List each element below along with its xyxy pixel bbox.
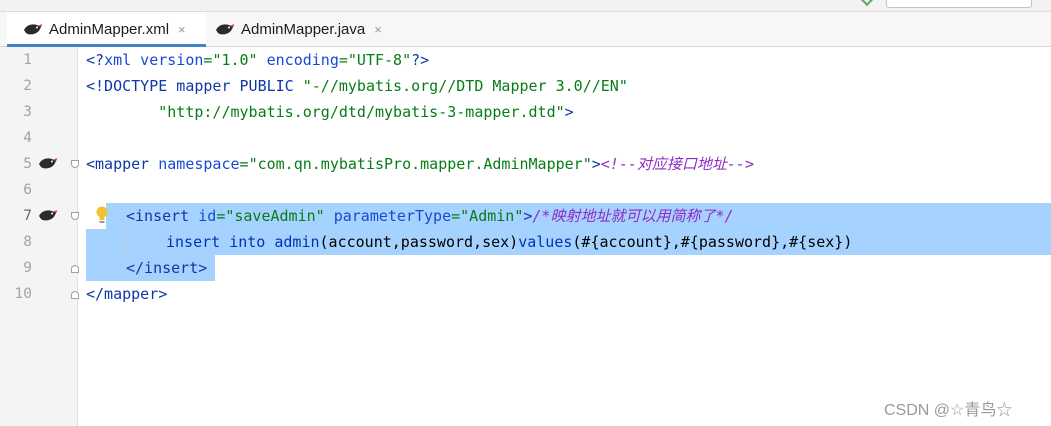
code-line[interactable]: 8 insert into admin(account,password,sex… [0, 229, 1051, 255]
line-number: 8 [23, 234, 32, 250]
xml-comment: <!--对应接口地址--> [600, 155, 754, 173]
tab-adminmapper-java[interactable]: AdminMapper.java × [199, 12, 409, 46]
line-number: 3 [23, 104, 32, 120]
namespace-value: "com.qn.mybatisPro.mapper.AdminMapper" [248, 155, 592, 173]
xml-decl-open: <? [86, 51, 105, 69]
sql-keyword: into [220, 233, 275, 251]
code-text: <insert id="saveAdmin" parameterType="Ad… [126, 203, 734, 229]
indent-guide [125, 229, 126, 255]
line-number: 9 [23, 260, 32, 276]
id-value: "saveAdmin" [225, 207, 325, 225]
xml-attr: xml version [104, 51, 204, 69]
doctype-system-id: "http://mybatis.org/dtd/mybatis-3-mapper… [158, 103, 565, 121]
line-number: 1 [23, 52, 32, 68]
line-number: 2 [23, 78, 32, 94]
vcs-arrow-icon[interactable] [859, 0, 875, 7]
insert-open-tag: <insert [126, 207, 190, 225]
editor-tab-bar: AdminMapper.xml × AdminMapper.java × [0, 12, 1051, 47]
mybatis-bird-icon[interactable] [38, 207, 58, 223]
code-text: </mapper> [86, 281, 167, 307]
xml-attr: namespace [149, 155, 240, 173]
toolbar-widget[interactable] [886, 0, 1032, 8]
xml-attr: encoding [257, 51, 339, 69]
line-number: 5 [23, 156, 32, 172]
window-top-strip [0, 0, 1051, 12]
xml-eq: = [451, 207, 461, 225]
fold-marker-icon[interactable] [71, 265, 79, 273]
code-line[interactable]: 3 "http://mybatis.org/dtd/mybatis-3-mapp… [0, 99, 1051, 125]
code-line[interactable]: 9 </insert> [0, 255, 1051, 281]
fold-marker-icon[interactable] [71, 291, 79, 299]
sql-table: admin [274, 233, 320, 251]
code-text: <mapper namespace="com.qn.mybatisPro.map… [86, 151, 754, 177]
tab-adminmapper-xml[interactable]: AdminMapper.xml × [7, 12, 206, 47]
xml-value: "UTF-8" [347, 51, 412, 69]
code-line[interactable]: 6 [0, 177, 1051, 203]
code-text: <!DOCTYPE mapper PUBLIC "-//mybatis.org/… [86, 73, 628, 99]
line-number: 6 [23, 182, 32, 198]
xml-eq: = [239, 155, 249, 173]
fold-marker-icon[interactable] [71, 160, 79, 168]
mybatis-bird-icon [216, 24, 234, 35]
line-number: 7 [23, 208, 32, 224]
doctype-close: > [564, 103, 574, 121]
parameter-type-value: "Admin" [460, 207, 524, 225]
lightbulb-icon[interactable] [95, 205, 109, 225]
sql-comment: /*映射地址就可以用简称了*/ [532, 207, 734, 225]
sql-values: (#{account},#{password},#{sex}) [572, 233, 853, 251]
xml-eq: = [216, 207, 226, 225]
mybatis-bird-icon[interactable] [38, 155, 58, 171]
tag-close: > [591, 155, 601, 173]
code-text: </insert> [126, 255, 207, 281]
mapper-open-tag: <mapper [86, 155, 150, 173]
code-line[interactable]: 10 </mapper> [0, 281, 1051, 307]
tab-label: AdminMapper.xml [49, 20, 170, 38]
insert-close-tag: </insert> [126, 259, 208, 277]
line-number: 4 [23, 130, 32, 146]
code-line[interactable]: 1 <?xml version="1.0" encoding="UTF-8"?> [0, 47, 1051, 73]
close-icon[interactable]: × [374, 22, 382, 37]
code-text: <?xml version="1.0" encoding="UTF-8"?> [86, 47, 429, 73]
code-line[interactable]: 4 [0, 125, 1051, 151]
doctype-public-id: "-//mybatis.org//DTD Mapper 3.0//EN" [302, 77, 628, 95]
code-text: "http://mybatis.org/dtd/mybatis-3-mapper… [86, 99, 574, 125]
xml-attr: id [189, 207, 217, 225]
fold-marker-icon[interactable] [71, 212, 79, 220]
code-line[interactable]: 2 <!DOCTYPE mapper PUBLIC "-//mybatis.or… [0, 73, 1051, 99]
mybatis-bird-icon [24, 24, 42, 35]
sql-columns: (account,password,sex) [319, 233, 519, 251]
code-text: insert into admin(account,password,sex)v… [166, 229, 852, 255]
sql-keyword: insert [166, 233, 221, 251]
close-icon[interactable]: × [178, 22, 186, 37]
code-line[interactable]: 7 <insert id="saveAdmin" parameterType="… [0, 203, 1051, 229]
xml-attr: parameterType [324, 207, 452, 225]
sql-keyword: values [518, 233, 573, 251]
doctype-keyword: <!DOCTYPE mapper PUBLIC [86, 77, 303, 95]
watermark: CSDN @☆青鸟☆ [884, 402, 1013, 419]
code-editor[interactable]: 1 <?xml version="1.0" encoding="UTF-8"?>… [0, 47, 1051, 426]
code-line[interactable]: 5 <mapper namespace="com.qn.mybatisPro.m… [0, 151, 1051, 177]
tab-label: AdminMapper.java [241, 20, 366, 38]
xml-eq: = [338, 51, 348, 69]
mapper-close-tag: </mapper> [86, 285, 168, 303]
xml-value: "1.0" [212, 51, 258, 69]
line-number: 10 [14, 286, 32, 302]
xml-decl-close: ?> [411, 51, 430, 69]
